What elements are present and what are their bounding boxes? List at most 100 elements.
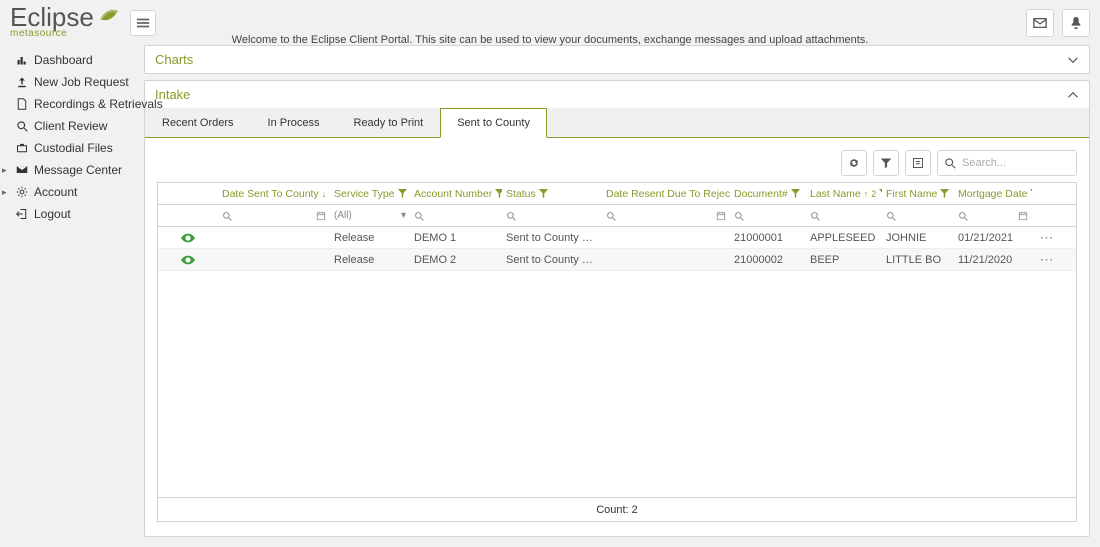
sidebar-item-message-center[interactable]: ▸ Message Center: [0, 159, 140, 181]
export-icon: [912, 157, 924, 169]
cell-service-type: Release: [330, 254, 410, 266]
filter-mortgage-date[interactable]: [954, 211, 1032, 221]
message-icon: [16, 164, 28, 176]
eye-icon: [181, 233, 195, 243]
brand-name: Eclipse: [10, 6, 94, 28]
col-date-sent[interactable]: Date Sent To County↓1: [218, 188, 330, 200]
row-actions-button[interactable]: ⋯: [1032, 251, 1062, 268]
view-row-button[interactable]: [158, 255, 218, 265]
sidebar-item-label: Logout: [34, 207, 71, 221]
chevron-down-icon: ▾: [401, 210, 406, 221]
col-status[interactable]: Status: [502, 188, 602, 200]
tab-in-process[interactable]: In Process: [251, 108, 337, 137]
chevron-up-icon: [1067, 89, 1079, 101]
cell-service-type: Release: [330, 232, 410, 244]
panel-charts-header[interactable]: Charts: [145, 46, 1089, 73]
notifications-button[interactable]: [1062, 9, 1090, 37]
col-date-resent[interactable]: Date Resent Due To Reject: [602, 188, 730, 200]
clear-filter-button[interactable]: [873, 150, 899, 176]
welcome-text: Welcome to the Eclipse Client Portal. Th…: [232, 34, 869, 46]
grid-body[interactable]: Release DEMO 1 Sent to County Recorder 2…: [158, 227, 1076, 497]
search-icon: [606, 211, 616, 221]
grid-search[interactable]: [937, 150, 1077, 176]
grid-filter-row: (All)▾: [158, 205, 1076, 227]
mail-icon: [1033, 16, 1047, 30]
sidebar-item-label: Account: [34, 185, 77, 199]
col-last-name[interactable]: Last Name↑2: [806, 188, 882, 200]
filter-first-name[interactable]: [882, 211, 954, 221]
cell-first-name: JOHNIE: [882, 232, 954, 244]
search-icon: [414, 211, 424, 221]
refresh-button[interactable]: [841, 150, 867, 176]
filter-icon[interactable]: [495, 189, 502, 198]
mail-button[interactable]: [1026, 9, 1054, 37]
panel-intake-header[interactable]: Intake: [145, 81, 1089, 108]
filter-icon[interactable]: [791, 189, 800, 198]
table-row[interactable]: Release DEMO 2 Sent to County Recorder 2…: [158, 249, 1076, 271]
sidebar-item-dashboard[interactable]: Dashboard: [0, 49, 140, 71]
sidebar-item-new-job-request[interactable]: New Job Request: [0, 71, 140, 93]
sidebar-item-custodial-files[interactable]: Custodial Files: [0, 137, 140, 159]
filter-account-number[interactable]: [410, 211, 502, 221]
count-value: 2: [632, 504, 638, 516]
filter-status[interactable]: [502, 211, 602, 221]
cell-last-name: APPLESEED: [806, 232, 882, 244]
search-input[interactable]: [960, 156, 1070, 170]
grid-toolbar: [157, 150, 1077, 176]
table-row[interactable]: Release DEMO 1 Sent to County Recorder 2…: [158, 227, 1076, 249]
export-button[interactable]: [905, 150, 931, 176]
search-icon: [734, 211, 744, 221]
bell-icon: [1069, 16, 1083, 30]
filter-icon[interactable]: [1030, 189, 1032, 198]
search-icon: [506, 211, 516, 221]
col-mortgage-date[interactable]: Mortgage Date: [954, 188, 1032, 200]
filter-icon[interactable]: [940, 189, 949, 198]
sidebar-item-label: Recordings & Retrievals: [34, 97, 163, 111]
sidebar-item-recordings-retrievals[interactable]: Recordings & Retrievals: [0, 93, 140, 115]
view-row-button[interactable]: [158, 233, 218, 243]
calendar-icon[interactable]: [1018, 211, 1028, 221]
sidebar-item-account[interactable]: ▸ Account: [0, 181, 140, 203]
grid-header-row: Date Sent To County↓1 Service Type Accou…: [158, 183, 1076, 205]
filter-icon[interactable]: [539, 189, 548, 198]
sidebar: Dashboard New Job Request Recordings & R…: [0, 45, 140, 547]
funnel-clear-icon: [880, 157, 892, 169]
filter-document[interactable]: [730, 211, 806, 221]
calendar-icon[interactable]: [316, 211, 326, 221]
col-document[interactable]: Document#: [730, 188, 806, 200]
col-service-type[interactable]: Service Type: [330, 188, 410, 200]
filter-service-type[interactable]: (All)▾: [330, 210, 410, 221]
filter-last-name[interactable]: [806, 211, 882, 221]
cell-account-number: DEMO 2: [410, 254, 502, 266]
tab-sent-to-county[interactable]: Sent to County: [440, 108, 547, 138]
logout-icon: [16, 208, 28, 220]
search-icon: [810, 211, 820, 221]
sidebar-item-client-review[interactable]: Client Review: [0, 115, 140, 137]
search-icon: [16, 120, 28, 132]
intake-tabbar: Recent Orders In Process Ready to Print …: [145, 108, 1089, 138]
filter-date-sent[interactable]: [218, 211, 330, 221]
calendar-icon[interactable]: [716, 211, 726, 221]
filter-icon[interactable]: [398, 189, 407, 198]
grid-footer: Count: 2: [158, 497, 1076, 521]
gear-icon: [16, 186, 28, 198]
sidebar-item-logout[interactable]: Logout: [0, 203, 140, 225]
menu-toggle-button[interactable]: [130, 10, 156, 36]
col-first-name[interactable]: First Name: [882, 188, 954, 200]
cell-first-name: LITTLE BO: [882, 254, 954, 266]
col-account-number[interactable]: Account Number: [410, 188, 502, 200]
cell-document: 21000002: [730, 254, 806, 266]
cell-mortgage-date: 11/21/2020: [954, 254, 1032, 266]
tab-recent-orders[interactable]: Recent Orders: [145, 108, 251, 137]
sidebar-item-label: Message Center: [34, 163, 122, 177]
data-grid: Date Sent To County↓1 Service Type Accou…: [157, 182, 1077, 522]
tab-ready-to-print[interactable]: Ready to Print: [337, 108, 441, 137]
upload-icon: [16, 76, 28, 88]
caret-right-icon[interactable]: ▸: [2, 165, 7, 176]
sidebar-item-label: Custodial Files: [34, 141, 113, 155]
briefcase-icon: [16, 142, 28, 154]
filter-date-resent[interactable]: [602, 211, 730, 221]
sidebar-item-label: Dashboard: [34, 53, 93, 67]
caret-right-icon[interactable]: ▸: [2, 187, 7, 198]
row-actions-button[interactable]: ⋯: [1032, 229, 1062, 246]
